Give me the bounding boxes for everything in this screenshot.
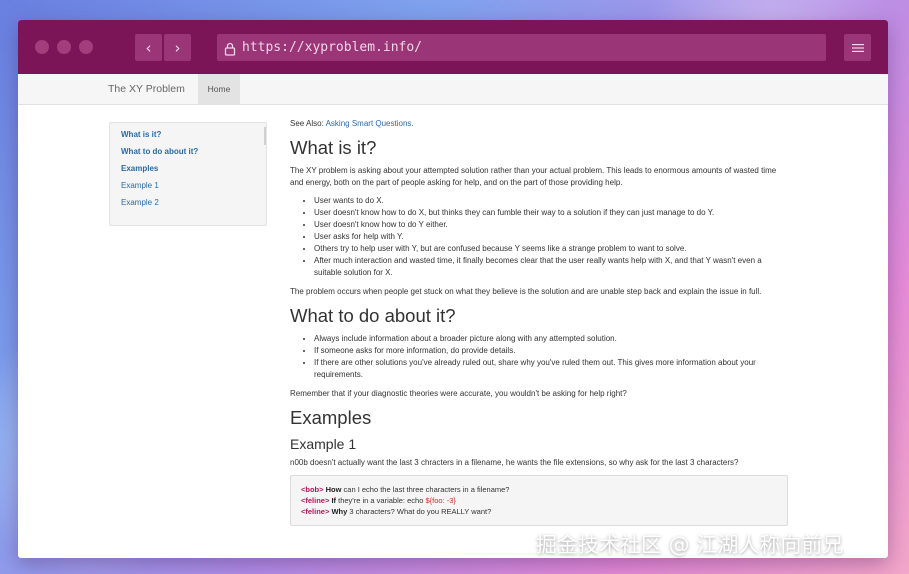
watermark: 掘金技术社区 @ 江湖人称向前兄	[536, 533, 844, 557]
heading-what-is-it: What is it?	[290, 137, 377, 158]
page-content: What is it? What to do about it? Example…	[18, 105, 888, 558]
toc-item-what-is-it[interactable]: What is it?	[121, 130, 266, 139]
list-item: User asks for help with Y.	[314, 231, 790, 243]
chevron-left-icon: ‹	[145, 38, 152, 57]
chat-line: <feline> If they're in a variable: echo …	[301, 496, 456, 505]
remember-paragraph: Remember that if your diagnostic theorie…	[290, 389, 627, 398]
intro-paragraph: The XY problem is asking about your atte…	[290, 166, 777, 187]
heading-examples: Examples	[290, 407, 372, 428]
forward-button[interactable]: ›	[164, 34, 191, 61]
address-bar[interactable]: https://xyproblem.info/	[217, 34, 826, 61]
menu-button[interactable]	[844, 34, 871, 61]
chevron-right-icon: ›	[174, 38, 181, 57]
browser-titlebar: ‹ › https://xyproblem.info/	[18, 20, 888, 74]
list-item: User wants to do X.	[314, 195, 790, 207]
heading-what-to-do: What to do about it?	[290, 305, 456, 326]
heading-example-1: Example 1	[290, 436, 357, 452]
back-button[interactable]: ‹	[135, 34, 162, 61]
site-navbar: The XY Problem Home	[18, 74, 888, 105]
url-text: https://xyproblem.info/	[242, 40, 423, 55]
example-1-text: n00b doesn't actually want the last 3 ch…	[290, 458, 739, 467]
see-also: See Also: Asking Smart Questions.	[290, 119, 414, 128]
list-item: User doesn't know how to do Y either.	[314, 219, 790, 231]
hamburger-icon	[851, 38, 864, 57]
list-item: If someone asks for more information, do…	[314, 345, 790, 357]
list-item: If there are other solutions you've alre…	[314, 357, 790, 381]
toc-scrollbar[interactable]	[264, 127, 266, 145]
lock-icon	[224, 41, 236, 56]
list-item: User doesn't know how to do X, but think…	[314, 207, 790, 219]
site-brand[interactable]: The XY Problem	[108, 83, 185, 95]
browser-window: ‹ › https://xyproblem.info/ The XY Probl…	[18, 20, 888, 558]
close-dot[interactable]	[35, 40, 49, 54]
toc-item-example-2[interactable]: Example 2	[121, 198, 266, 207]
maximize-dot[interactable]	[79, 40, 93, 54]
problem-paragraph: The problem occurs when people get stuck…	[290, 287, 762, 296]
xy-steps-list: User wants to do X. User doesn't know ho…	[314, 195, 790, 279]
see-also-link[interactable]: Asking Smart Questions	[326, 119, 412, 128]
list-item: After much interaction and wasted time, …	[314, 255, 790, 279]
list-item: Always include information about a broad…	[314, 333, 790, 345]
table-of-contents: What is it? What to do about it? Example…	[109, 122, 267, 226]
minimize-dot[interactable]	[57, 40, 71, 54]
window-controls	[35, 40, 93, 54]
chat-log: <bob> How can I echo the last three char…	[290, 475, 788, 526]
toc-item-examples[interactable]: Examples	[121, 164, 266, 173]
toc-item-example-1[interactable]: Example 1	[121, 181, 266, 190]
chat-line: <bob> How can I echo the last three char…	[301, 485, 510, 494]
advice-list: Always include information about a broad…	[314, 333, 790, 381]
list-item: Others try to help user with Y, but are …	[314, 243, 790, 255]
article: See Also: Asking Smart Questions. What i…	[290, 118, 790, 526]
chat-line: <feline> Why 3 characters? What do you R…	[301, 507, 492, 516]
toc-item-what-to-do[interactable]: What to do about it?	[121, 147, 266, 156]
nav-home-link[interactable]: Home	[198, 74, 240, 104]
